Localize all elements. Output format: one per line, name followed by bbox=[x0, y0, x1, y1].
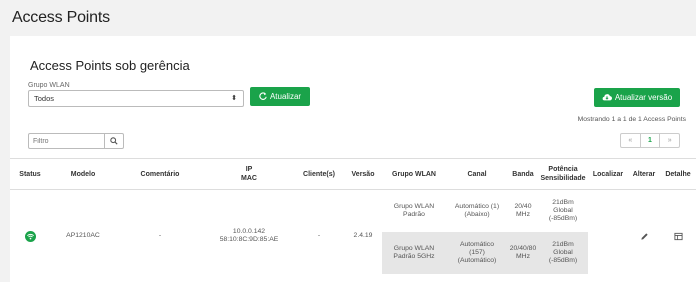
radio-1-channel-line1: Automático (1) bbox=[454, 203, 500, 210]
select-caret-icon: ⬍ bbox=[231, 95, 237, 102]
radio-2-power-line1: 21dBm bbox=[552, 241, 574, 248]
group-wlan-select[interactable]: Todos ⬍ bbox=[28, 90, 244, 107]
group-wlan-label: Grupo WLAN bbox=[28, 82, 70, 89]
band-cell: 20/40 MHz 20/40/80 MHz bbox=[508, 190, 538, 274]
th-ip-mac: IP MAC bbox=[204, 158, 294, 190]
clients-cell: - bbox=[317, 232, 321, 239]
pagination: « 1 » bbox=[620, 133, 680, 148]
radio-2-channel: Automático (157) (Automático) bbox=[446, 232, 508, 274]
pagination-page[interactable]: 1 bbox=[639, 134, 661, 147]
detail-cell bbox=[660, 190, 696, 275]
update-version-label: Atualizar versão bbox=[614, 93, 673, 102]
radio-1-power-line1: 21dBm bbox=[552, 199, 574, 206]
radio-2-band-line1: 20/40/80 bbox=[509, 245, 537, 252]
radio-1-channel: Automático (1) (Abaixo) bbox=[446, 190, 508, 232]
version-cell: 2.4.19 bbox=[353, 232, 373, 239]
pagination-next[interactable]: » bbox=[660, 134, 679, 147]
th-band: Banda bbox=[508, 158, 538, 190]
details-icon[interactable] bbox=[660, 232, 696, 241]
refresh-button[interactable]: Atualizar bbox=[250, 87, 310, 106]
comment-cell: - bbox=[158, 232, 162, 239]
th-ip: IP bbox=[245, 166, 253, 173]
access-points-panel: Access Points sob gerência Grupo WLAN To… bbox=[10, 36, 696, 282]
group-wlan-selected: Todos bbox=[34, 94, 55, 103]
radio-1-power-line3: (-85dBm) bbox=[548, 215, 578, 222]
channel-cell: Automático (1) (Abaixo) Automático (157)… bbox=[446, 190, 508, 274]
panel-title: Access Points sob gerência bbox=[30, 58, 190, 73]
pagination-prev[interactable]: « bbox=[621, 134, 640, 147]
ip-value: 10.0.0.142 bbox=[232, 228, 266, 235]
radio-2-group-line1: Grupo WLAN bbox=[393, 245, 435, 252]
power-cell: 21dBm Global (-85dBm) 21dBm Global (-85d… bbox=[538, 190, 588, 274]
th-detail: Detalhe bbox=[660, 158, 696, 190]
th-power: Potência Sensibilidade bbox=[538, 158, 588, 190]
radio-2-power: 21dBm Global (-85dBm) bbox=[538, 232, 588, 274]
refresh-icon bbox=[259, 91, 267, 102]
th-group: Grupo WLAN bbox=[382, 158, 446, 190]
wifi-icon bbox=[10, 230, 50, 242]
access-points-table: Status Modelo Comentário IP MAC Cliente(… bbox=[10, 158, 696, 274]
th-version: Versão bbox=[344, 158, 382, 190]
th-locate: Localizar bbox=[588, 158, 628, 190]
mac-value: 58:10:8C:9D:85:AE bbox=[219, 236, 279, 243]
locate-cell bbox=[588, 190, 628, 275]
radio-1-power: 21dBm Global (-85dBm) bbox=[538, 190, 588, 232]
status-cell bbox=[10, 190, 50, 275]
pencil-icon[interactable] bbox=[628, 232, 660, 241]
radio-1-group-line1: Grupo WLAN bbox=[393, 203, 435, 210]
model-cell: AP1210AC bbox=[66, 232, 100, 239]
radio-2-group-line2: Padrão 5GHz bbox=[393, 253, 435, 260]
refresh-label: Atualizar bbox=[269, 92, 302, 101]
cloud-download-icon bbox=[602, 93, 612, 103]
radio-2-channel-line3: (Automático) bbox=[457, 257, 497, 264]
radio-1-band-line1: 20/40 bbox=[514, 203, 532, 210]
radio-1-band: 20/40 MHz bbox=[508, 190, 538, 232]
th-model: Modelo bbox=[50, 158, 116, 190]
filter-box bbox=[28, 133, 124, 149]
radio-1-power-line2: Global bbox=[553, 207, 573, 214]
radio-1-channel-line2: (Abaixo) bbox=[464, 211, 490, 218]
page-title: Access Points bbox=[12, 9, 110, 26]
page-header: Access Points bbox=[0, 0, 696, 36]
th-clients: Cliente(s) bbox=[294, 158, 344, 190]
radio-1-group-line2: Padrão bbox=[403, 211, 425, 218]
radio-2-power-line2: Global bbox=[553, 249, 573, 256]
th-power-line1: Potência bbox=[548, 166, 578, 173]
radio-2-power-line3: (-85dBm) bbox=[548, 257, 578, 264]
search-button[interactable] bbox=[104, 134, 123, 148]
radio-2-channel-line2: (157) bbox=[469, 249, 485, 256]
table-header-row: Status Modelo Comentário IP MAC Cliente(… bbox=[10, 158, 696, 190]
th-status: Status bbox=[10, 158, 50, 190]
ip-mac-cell: 10.0.0.142 58:10:8C:9D:85:AE bbox=[204, 190, 294, 275]
radio-1-band-line2: MHz bbox=[516, 211, 530, 218]
table-row: AP1210AC - 10.0.0.142 58:10:8C:9D:85:AE … bbox=[10, 190, 696, 275]
search-icon bbox=[110, 132, 118, 150]
showing-count: Mostrando 1 a 1 de 1 Access Points bbox=[577, 116, 686, 123]
radio-1-group: Grupo WLAN Padrão bbox=[382, 190, 446, 232]
th-mac: MAC bbox=[241, 175, 257, 182]
radio-2-group: Grupo WLAN Padrão 5GHz bbox=[382, 232, 446, 274]
group-cell: Grupo WLAN Padrão Grupo WLAN Padrão 5GHz bbox=[382, 190, 446, 274]
th-channel: Canal bbox=[446, 158, 508, 190]
update-version-button[interactable]: Atualizar versão bbox=[594, 88, 680, 107]
filter-input[interactable] bbox=[29, 134, 104, 148]
edit-cell bbox=[628, 190, 660, 275]
radio-2-band-line2: MHz bbox=[516, 253, 530, 260]
th-power-line2: Sensibilidade bbox=[540, 175, 586, 182]
radio-2-channel-line1: Automático bbox=[459, 241, 494, 248]
th-comment: Comentário bbox=[116, 158, 204, 190]
th-edit: Alterar bbox=[628, 158, 660, 190]
radio-2-band: 20/40/80 MHz bbox=[508, 232, 538, 274]
